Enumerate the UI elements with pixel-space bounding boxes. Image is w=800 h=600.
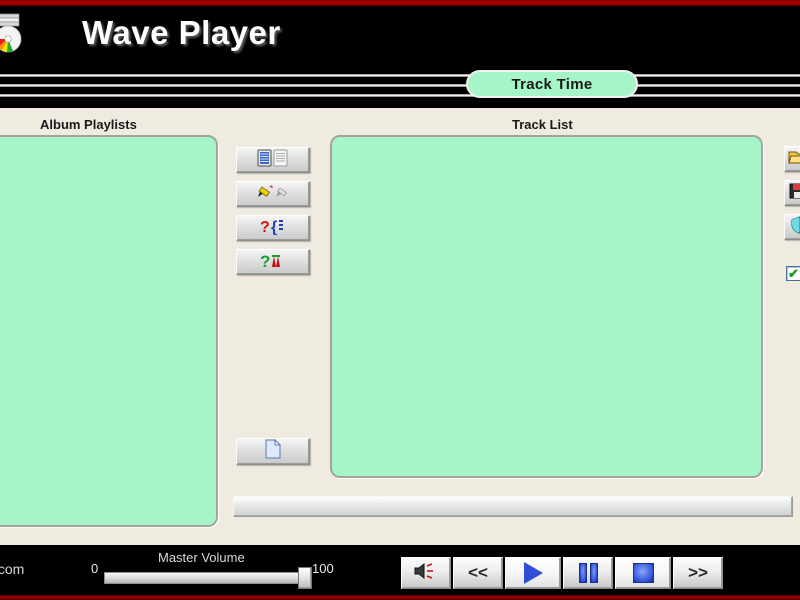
wave-player-window: Wave Player Track Time Album Playlists T… (0, 0, 800, 600)
stop-square-icon (632, 563, 654, 583)
play-button[interactable] (505, 557, 561, 589)
checkmark-icon: ✔ (788, 266, 799, 281)
main-panel: Album Playlists Track List ? {? ✔ (0, 108, 800, 545)
footer-bar: .com Master Volume 0 100 << (0, 545, 800, 600)
play-triangle-icon (523, 562, 543, 584)
bottom-red-accent-stripe (0, 595, 800, 600)
shield-button[interactable] (784, 214, 800, 240)
site-url-text: .com (0, 561, 25, 577)
album-playlists-label: Album Playlists (40, 117, 137, 132)
pencil-edit-icon (256, 183, 290, 206)
status-progress-bar (233, 496, 793, 517)
volume-min-label: 0 (91, 561, 99, 576)
stop-button[interactable] (615, 557, 671, 589)
save-button[interactable] (784, 180, 800, 206)
cd-disc-icon (0, 10, 32, 56)
app-title: Wave Player (82, 14, 281, 51)
option-checkbox[interactable]: ✔ (786, 266, 800, 281)
decorative-stripe (0, 74, 800, 77)
speaker-mute-icon (413, 561, 439, 586)
edit-playlist-button[interactable] (236, 181, 310, 207)
query-playlist-button[interactable]: ? { (236, 215, 310, 241)
track-time-display: Track Time (466, 70, 638, 98)
floppy-disk-icon (789, 182, 800, 205)
svg-text:{: { (271, 219, 277, 235)
two-notepads-icon (257, 149, 289, 172)
decorative-stripe (0, 84, 800, 87)
master-volume-slider-thumb[interactable] (298, 567, 312, 589)
svg-text:?: ? (260, 219, 270, 235)
svg-text:?: ? (260, 252, 270, 269)
red-question-bracket-icon: ? { (258, 217, 288, 240)
decorative-stripe (0, 94, 800, 97)
header-stripe-band (0, 63, 800, 108)
new-document-button[interactable] (236, 438, 310, 465)
mute-button[interactable] (401, 557, 451, 589)
master-volume-label: Master Volume (158, 550, 245, 565)
pause-button[interactable] (563, 557, 613, 589)
open-folder-icon (788, 148, 800, 171)
rewind-button[interactable]: << (453, 557, 503, 589)
volume-max-label: 100 (312, 561, 334, 576)
open-folder-button[interactable] (784, 146, 800, 172)
shield-icon (790, 215, 800, 239)
copy-playlist-button[interactable] (236, 147, 310, 173)
blank-page-icon (265, 438, 282, 464)
album-playlists-listbox[interactable] (0, 135, 218, 527)
transport-controls: << >> (401, 557, 725, 589)
master-volume-slider[interactable] (104, 572, 310, 584)
pause-bars-icon (578, 563, 598, 583)
forward-button[interactable]: >> (673, 557, 723, 589)
track-list-label: Track List (512, 117, 573, 132)
help-playlist-button[interactable]: ? (236, 249, 310, 275)
app-header: Wave Player (0, 6, 800, 63)
green-question-icon: ? (258, 251, 288, 274)
track-list-listbox[interactable] (330, 135, 763, 478)
